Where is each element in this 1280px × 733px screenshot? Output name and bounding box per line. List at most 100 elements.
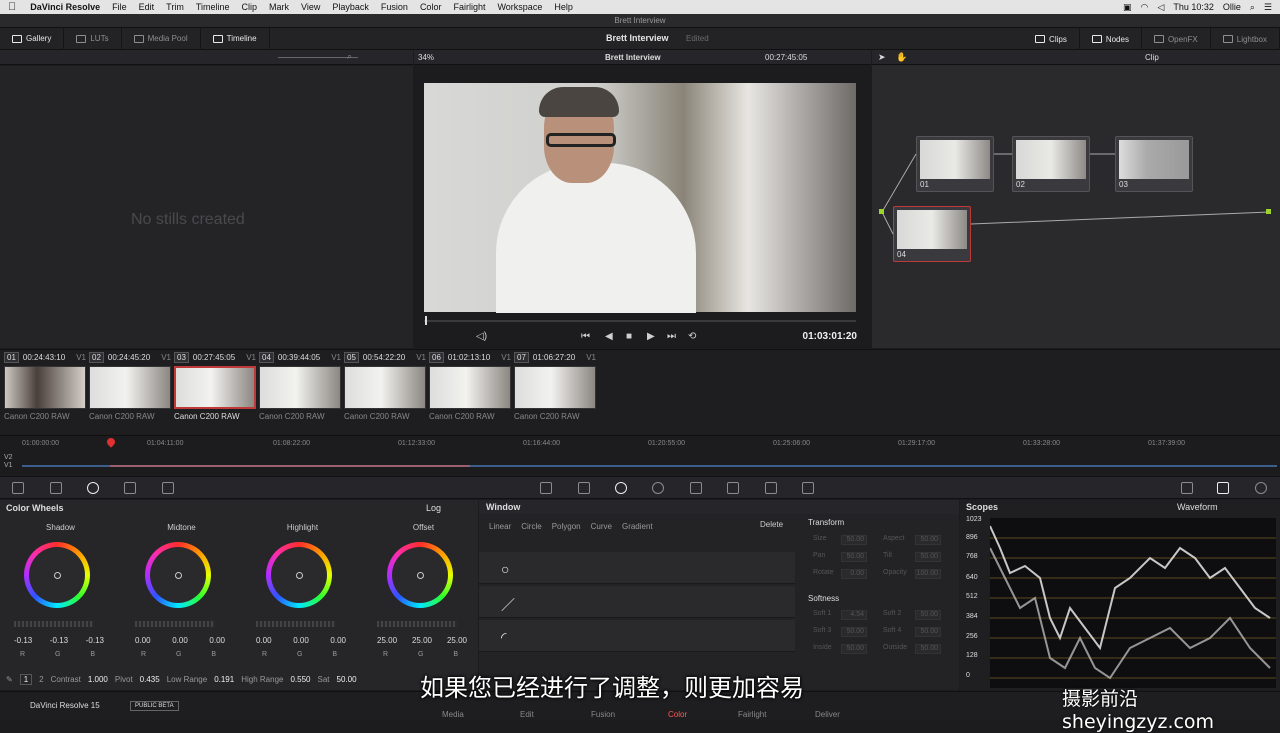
gallery-zoom-slider[interactable]	[278, 57, 358, 58]
tab-nodes[interactable]: Nodes	[1080, 28, 1142, 50]
play-icon[interactable]: ▶	[647, 331, 655, 342]
menu-color[interactable]: Color	[420, 2, 442, 12]
window-row-curve[interactable]: ◜	[479, 620, 795, 652]
menu-clip[interactable]: Clip	[242, 2, 258, 12]
menu-file[interactable]: File	[112, 2, 127, 12]
picker-icon[interactable]: ✎	[6, 675, 13, 684]
contrast-value[interactable]: 1.000	[88, 675, 108, 684]
stop-icon[interactable]: ■	[626, 331, 632, 342]
menu-timeline[interactable]: Timeline	[196, 2, 230, 12]
midtone-wheel[interactable]: Midtone 0.00 0.00 0.00 RGB	[121, 520, 242, 670]
wifi-icon[interactable]: ◠	[1141, 2, 1149, 13]
tab-clips[interactable]: Clips	[1023, 28, 1080, 50]
gradient-button[interactable]: Gradient	[622, 522, 653, 531]
blur-icon[interactable]	[690, 482, 702, 494]
clip-thumbnail[interactable]: 07 01:06:27:20 V1 Canon C200 RAW	[514, 352, 596, 434]
tab-lightbox[interactable]: Lightbox	[1211, 28, 1280, 50]
search-icon[interactable]: ⌕	[347, 51, 352, 62]
low-range-value[interactable]: 0.191	[214, 675, 234, 684]
sizing-icon[interactable]	[765, 482, 777, 494]
clock[interactable]: Thu 10:32	[1173, 2, 1214, 12]
page-2-button[interactable]: 2	[39, 675, 43, 684]
qualifier-icon[interactable]	[578, 482, 590, 494]
circle-button[interactable]: Circle	[521, 522, 541, 531]
menu-edit[interactable]: Edit	[139, 2, 155, 12]
tab-openfx[interactable]: OpenFX	[1142, 28, 1211, 50]
menu-playback[interactable]: Playback	[332, 2, 369, 12]
page-fairlight[interactable]: Fairlight	[738, 710, 766, 719]
wheel-slider[interactable]	[14, 621, 94, 627]
info-icon[interactable]	[1255, 482, 1267, 494]
wheel-slider[interactable]	[377, 621, 457, 627]
menu-trim[interactable]: Trim	[166, 2, 184, 12]
zoom-level[interactable]: 34%	[418, 53, 434, 62]
pivot-value[interactable]: 0.435	[140, 675, 160, 684]
3d-icon[interactable]	[802, 482, 814, 494]
go-to-start-icon[interactable]: ⏮	[581, 331, 590, 342]
timeline-playhead[interactable]	[105, 436, 117, 448]
wheel-puck[interactable]	[175, 572, 182, 579]
window-icon[interactable]	[615, 482, 627, 494]
scope-type-select[interactable]: Waveform	[1177, 502, 1218, 512]
menu-fusion[interactable]: Fusion	[381, 2, 408, 12]
dropbox-icon[interactable]: ▣	[1123, 2, 1132, 13]
wheel-slider[interactable]	[256, 621, 336, 627]
clip-thumbnail[interactable]: 04 00:39:44:05 V1 Canon C200 RAW	[259, 352, 341, 434]
mini-timeline[interactable]: 01:00:00:00 01:04:11:00 01:08:22:00 01:1…	[0, 435, 1280, 475]
offset-wheel[interactable]: Offset 25.00 25.00 25.00 RGB	[363, 520, 484, 670]
tab-gallery[interactable]: Gallery	[0, 27, 65, 50]
page-edit[interactable]: Edit	[520, 710, 534, 719]
color-match-icon[interactable]	[50, 482, 62, 494]
key-icon[interactable]	[727, 482, 739, 494]
volume-icon[interactable]: ◁	[1157, 2, 1164, 13]
magic-mask-icon[interactable]	[1181, 482, 1193, 494]
tab-timeline[interactable]: Timeline	[201, 27, 270, 50]
source-timecode[interactable]: 00:27:45:05	[765, 53, 807, 62]
highlight-wheel[interactable]: Highlight 0.00 0.00 0.00 RGB	[242, 520, 363, 670]
color-wheels-icon[interactable]	[87, 482, 99, 494]
page-deliver[interactable]: Deliver	[815, 710, 840, 719]
user-name[interactable]: Ollie	[1223, 2, 1241, 12]
clip-thumbnail[interactable]: 02 00:24:45:20 V1 Canon C200 RAW	[89, 352, 171, 434]
clip-thumbnail[interactable]: 06 01:02:13:10 V1 Canon C200 RAW	[429, 352, 511, 434]
menu-mark[interactable]: Mark	[269, 2, 289, 12]
menu-view[interactable]: View	[301, 2, 320, 12]
menu-help[interactable]: Help	[554, 2, 573, 12]
menu-list-icon[interactable]: ☰	[1264, 2, 1272, 13]
wheel-puck[interactable]	[54, 572, 61, 579]
polygon-button[interactable]: Polygon	[552, 522, 581, 531]
video-frame[interactable]	[424, 83, 856, 313]
search-icon[interactable]: ⌕	[1250, 2, 1255, 13]
volume-icon[interactable]: ◁)	[476, 331, 487, 342]
clip-thumbnail[interactable]: 01 00:24:43:10 V1 Canon C200 RAW	[4, 352, 86, 434]
app-menu[interactable]: DaVinci Resolve	[30, 2, 100, 12]
rgb-mixer-icon[interactable]	[124, 482, 136, 494]
motion-effects-icon[interactable]	[162, 482, 174, 494]
shadow-wheel[interactable]: Shadow -0.13 -0.13 -0.13 RGB	[0, 520, 121, 670]
clip-thumbnail-selected[interactable]: 03 00:27:45:05 V1 Canon C200 RAW	[174, 352, 256, 434]
page-1-button[interactable]: 1	[19, 673, 33, 685]
curve-button[interactable]: Curve	[591, 522, 612, 531]
wheel-mode-select[interactable]: Log	[426, 503, 441, 513]
page-color[interactable]: Color	[668, 710, 687, 719]
wheel-slider[interactable]	[135, 621, 215, 627]
sat-value[interactable]: 50.00	[337, 675, 357, 684]
go-to-end-icon[interactable]: ⏭	[667, 331, 676, 342]
window-row-linear[interactable]: ／	[479, 586, 795, 618]
tracker-icon[interactable]	[652, 482, 664, 494]
delete-button[interactable]: Delete	[760, 520, 783, 529]
tab-luts[interactable]: LUTs	[64, 27, 122, 50]
menu-fairlight[interactable]: Fairlight	[453, 2, 485, 12]
tab-media-pool[interactable]: Media Pool	[122, 27, 201, 50]
apple-icon[interactable]: 	[8, 1, 16, 13]
window-row-circle[interactable]: ○	[479, 552, 795, 584]
viewer-scrub-bar[interactable]	[424, 320, 856, 322]
wheel-puck[interactable]	[417, 572, 424, 579]
linear-button[interactable]: Linear	[489, 522, 511, 531]
menu-workspace[interactable]: Workspace	[497, 2, 542, 12]
high-range-value[interactable]: 0.550	[290, 675, 310, 684]
page-fusion[interactable]: Fusion	[591, 710, 615, 719]
loop-icon[interactable]: ⟲	[688, 331, 696, 342]
page-media[interactable]: Media	[442, 710, 464, 719]
clip-thumbnail[interactable]: 05 00:54:22:20 V1 Canon C200 RAW	[344, 352, 426, 434]
